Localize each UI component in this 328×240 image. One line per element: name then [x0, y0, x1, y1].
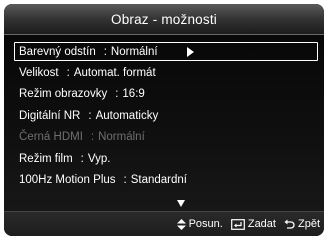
menu-item-rezim-obrazovky[interactable]: Režim obrazovky : 16:9 [14, 84, 318, 104]
menu-item-value: Normální [110, 45, 158, 58]
menu-item-separator: : [88, 109, 92, 122]
menu-item-label: 100Hz Motion Plus [19, 174, 116, 186]
enter-icon [230, 218, 245, 230]
menu-item-100hz-motion-plus[interactable]: 100Hz Motion Plus : Standardní [14, 170, 318, 190]
menu-item-separator: : [66, 66, 70, 79]
back-hint: Zpět [284, 218, 320, 230]
menu-item-separator: : [103, 45, 107, 58]
menu-item-cerna-hdmi: Černá HDMI : Normální [14, 127, 318, 147]
enter-hint: Zadat [230, 218, 276, 230]
menu-item-barevny-odstin[interactable]: Barevný odstín : Normální [14, 42, 318, 61]
menu-item-digitalni-nr[interactable]: Digitální NR : Automaticky [14, 106, 318, 126]
menu-item-value: Automaticky [95, 109, 159, 122]
menu-item-separator: : [115, 88, 119, 100]
up-down-arrow-icon [176, 218, 186, 230]
menu-item-value: Normální [98, 131, 145, 143]
back-hint-label: Zpět [297, 218, 320, 230]
move-hint: Posun. [176, 218, 223, 230]
menu-item-value: Standardní [130, 174, 187, 186]
scroll-down-icon[interactable] [177, 200, 185, 207]
arrow-right-icon [187, 47, 194, 57]
menu-item-label: Černá HDMI [19, 131, 83, 143]
menu-item-label: Režim obrazovky [19, 88, 108, 100]
menu-item-value: 16:9 [122, 88, 145, 100]
menu-list: Barevný odstín : Normální Velikost : Aut… [14, 42, 318, 192]
enter-hint-label: Zadat [247, 218, 276, 230]
menu-item-label: Barevný odstín [19, 45, 96, 58]
move-hint-label: Posun. [188, 218, 223, 230]
dialog-title: Obraz - možnosti [111, 11, 217, 27]
menu-item-separator: : [90, 131, 95, 143]
menu-item-separator: : [123, 174, 127, 186]
footer-hints: Posun. Zadat Zpět [4, 211, 324, 236]
title-bar: Obraz - možnosti [4, 4, 324, 35]
menu-item-label: Digitální NR [19, 109, 81, 122]
menu-item-rezim-film[interactable]: Režim film : Vyp. [14, 149, 318, 169]
menu-item-value: Vyp. [87, 152, 111, 165]
menu-item-label: Režim film [19, 152, 73, 165]
return-icon [284, 219, 295, 229]
menu-item-label: Velikost [19, 66, 59, 79]
options-dialog: Obraz - možnosti Barevný odstín : Normál… [4, 4, 324, 236]
menu-item-velikost[interactable]: Velikost : Automat. formát [14, 63, 318, 83]
menu-item-separator: : [80, 152, 84, 165]
menu-item-value: Automat. formát [73, 66, 156, 79]
